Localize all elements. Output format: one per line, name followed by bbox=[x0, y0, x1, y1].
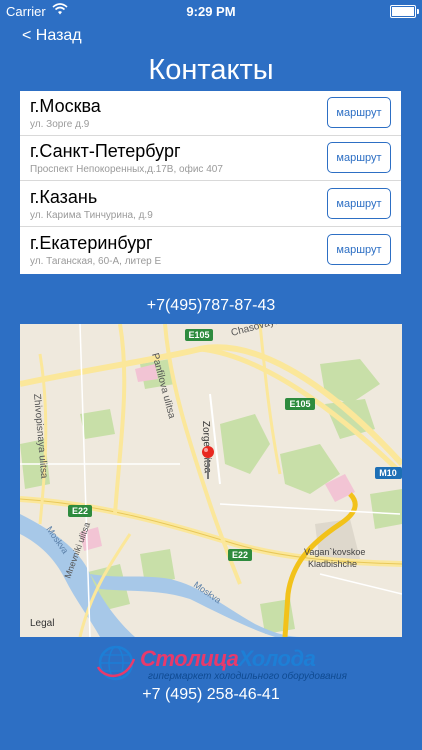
route-button-yekaterinburg[interactable]: маршрут bbox=[327, 234, 391, 265]
route-button-kazan[interactable]: маршрут bbox=[327, 188, 391, 219]
road-shield-label: E22 bbox=[72, 506, 88, 516]
office-address: ул. Карима Тинчурина, д.9 bbox=[30, 210, 153, 221]
offices-list: г.Москва ул. Зорге д.9 маршрут г.Санкт-П… bbox=[20, 91, 401, 274]
company-logo: СтолицаХолода гипермаркет холодильного о… bbox=[94, 641, 347, 687]
office-row-kazan: г.Казань ул. Карима Тинчурина, д.9 маршр… bbox=[20, 182, 401, 227]
road-shield-label: E105 bbox=[289, 399, 310, 409]
street-label: Vagan`kovskoe bbox=[304, 547, 365, 557]
page-title: Контакты bbox=[148, 54, 274, 86]
map-view[interactable]: Chasovaya ulitsa Panfilova ulitsa Zhivop… bbox=[20, 324, 402, 637]
back-button[interactable]: < Назад bbox=[22, 27, 82, 45]
route-button-moscow[interactable]: маршрут bbox=[327, 97, 391, 128]
office-city: г.Москва bbox=[30, 96, 101, 116]
office-city: г.Екатеринбург bbox=[30, 233, 153, 253]
road-shield-label: M10 bbox=[379, 468, 397, 478]
logo-brand-name: СтолицаХолода bbox=[140, 646, 316, 671]
status-bar: Carrier 9:29 PM bbox=[0, 0, 422, 22]
office-city: г.Санкт-Петербург bbox=[30, 141, 181, 161]
route-button-saint-petersburg[interactable]: маршрут bbox=[327, 142, 391, 173]
road-shield-label: E22 bbox=[232, 550, 248, 560]
office-address: Проспект Непокоренных,д.17В, офис 407 bbox=[30, 164, 223, 175]
status-time: 9:29 PM bbox=[186, 4, 236, 19]
street-label: Kladbishche bbox=[308, 559, 357, 569]
logo-tagline: гипермаркет холодильного оборудования bbox=[148, 671, 347, 682]
battery-icon bbox=[390, 5, 419, 18]
phone-footer[interactable]: +7 (495) 258-46-41 bbox=[0, 686, 422, 704]
road-shield-label: E105 bbox=[188, 330, 209, 340]
office-row-moscow: г.Москва ул. Зорге д.9 маршрут bbox=[20, 91, 401, 136]
office-row-yekaterinburg: г.Екатеринбург ул. Таганская, 60-А, лите… bbox=[20, 228, 401, 273]
office-city: г.Казань bbox=[30, 187, 98, 207]
office-address: ул. Таганская, 60-А, литер Е bbox=[30, 256, 162, 267]
map-legal-link[interactable]: Legal bbox=[30, 618, 54, 629]
globe-icon bbox=[96, 645, 136, 681]
office-row-saint-petersburg: г.Санкт-Петербург Проспект Непокоренных,… bbox=[20, 136, 401, 181]
phone-main[interactable]: +7(495)787-87-43 bbox=[0, 297, 422, 315]
office-address: ул. Зорге д.9 bbox=[30, 119, 90, 130]
